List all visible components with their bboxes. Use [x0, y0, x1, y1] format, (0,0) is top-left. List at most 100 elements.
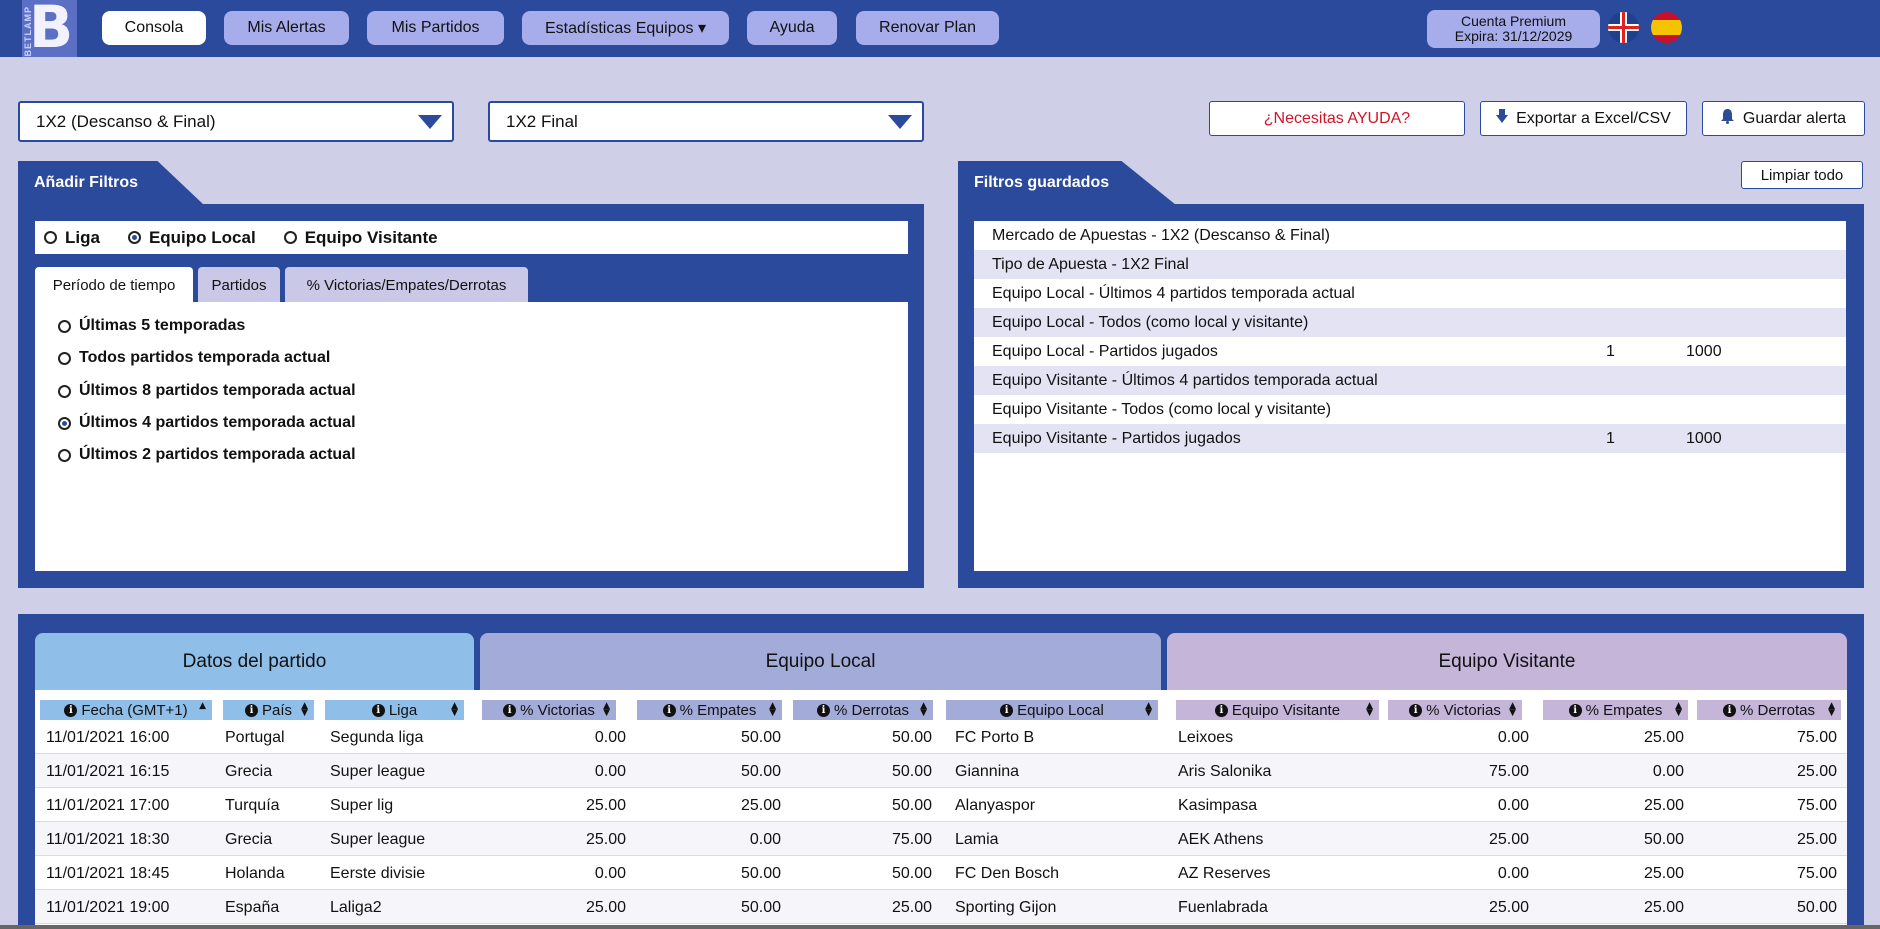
- table-row[interactable]: 11/01/2021 18:30 Grecia Super league 25.00 0…: [35, 822, 1847, 856]
- sort-icon[interactable]: ▲ ▼: [301, 702, 308, 718]
- nav-mis-partidos[interactable]: Mis Partidos: [367, 11, 504, 45]
- column-header[interactable]: i% Victorias ▲ ▼: [482, 700, 616, 720]
- sort-icon[interactable]: ▲ ▼: [1828, 702, 1835, 718]
- table-cell: Fuenlabrada: [1178, 899, 1268, 916]
- clear-all-button[interactable]: Limpiar todo: [1741, 161, 1863, 189]
- chevron-down-icon: [418, 115, 442, 129]
- market-select[interactable]: 1X2 (Descanso & Final): [18, 101, 454, 142]
- table-row[interactable]: 11/01/2021 19:00 España Laliga2 25.00 50.00 2…: [35, 890, 1847, 924]
- table-cell: 11/01/2021 17:00: [46, 797, 170, 814]
- saved-filter-row[interactable]: Equipo Local - Partidos jugados 1 1000: [974, 337, 1846, 366]
- period-option[interactable]: Últimos 2 partidos temporada actual: [58, 446, 356, 464]
- table-cell: AEK Athens: [1178, 831, 1264, 848]
- saved-filter-row[interactable]: Equipo Visitante - Últimos 4 partidos te…: [974, 366, 1846, 395]
- info-icon[interactable]: i: [1000, 703, 1014, 717]
- export-button[interactable]: Exportar a Excel/CSV: [1480, 101, 1687, 136]
- nav-consola[interactable]: Consola: [102, 11, 206, 45]
- info-icon[interactable]: i: [816, 703, 830, 717]
- period-option-selected[interactable]: Últimos 4 partidos temporada actual: [58, 414, 356, 432]
- column-header[interactable]: i% Victorias ▲ ▼: [1388, 700, 1522, 720]
- table-cell: Aris Salonika: [1178, 763, 1272, 780]
- table-row[interactable]: 11/01/2021 16:00 Portugal Segunda liga 0.00…: [35, 720, 1847, 754]
- column-header[interactable]: i Fecha (GMT+1) ▲: [40, 700, 212, 720]
- sort-icon[interactable]: ▲ ▼: [1675, 702, 1682, 718]
- table-cell: Super lig: [330, 797, 394, 814]
- column-header-label: Fecha (GMT+1): [81, 701, 188, 719]
- column-header[interactable]: i País ▲ ▼: [223, 700, 314, 720]
- column-header[interactable]: i Liga ▲ ▼: [325, 700, 464, 720]
- saved-filter-row[interactable]: Equipo Visitante - Todos (como local y v…: [974, 395, 1846, 424]
- table-cell: Sporting Gijon: [955, 899, 1057, 916]
- table-cell: 25.00: [585, 899, 626, 916]
- account-expiry: Expira: 31/12/2029: [1454, 28, 1573, 44]
- nav-mis-alertas[interactable]: Mis Alertas: [224, 11, 349, 45]
- column-header[interactable]: i Equipo Visitante ▲ ▼: [1176, 700, 1379, 720]
- table-cell: 25.00: [1643, 729, 1684, 746]
- table-row[interactable]: 11/01/2021 17:00 Turquía Super lig 25.00 25.…: [35, 788, 1847, 822]
- saved-filter-text: Equipo Visitante - Partidos jugados: [992, 429, 1241, 447]
- info-icon[interactable]: i: [1214, 703, 1228, 717]
- column-header[interactable]: i% Derrotas ▲ ▼: [793, 700, 933, 720]
- info-icon[interactable]: i: [1722, 703, 1736, 717]
- period-option-label: Últimos 4 partidos temporada actual: [79, 414, 356, 431]
- column-header-label: % Empates: [679, 701, 757, 719]
- nav-estadisticas-equipos[interactable]: Estadísticas Equipos ▾: [522, 11, 729, 45]
- scope-equipo-visitante-radio[interactable]: Equipo Visitante: [283, 228, 438, 248]
- scope-liga-radio[interactable]: Liga: [44, 228, 100, 248]
- saved-filter-row[interactable]: Equipo Local - Últimos 4 partidos tempor…: [974, 279, 1846, 308]
- table-cell: Super league: [330, 831, 426, 848]
- sort-icon[interactable]: ▲ ▼: [451, 702, 458, 718]
- sort-icon[interactable]: ▲ ▼: [603, 702, 610, 718]
- info-icon[interactable]: i: [503, 703, 517, 717]
- period-option[interactable]: Todos partidos temporada actual: [58, 349, 330, 367]
- table-cell: 50.00: [740, 729, 781, 746]
- account-badge[interactable]: Cuenta Premium Expira: 31/12/2029: [1427, 10, 1600, 48]
- table-cell: 25.00: [740, 797, 781, 814]
- saved-filter-row[interactable]: Tipo de Apuesta - 1X2 Final: [974, 250, 1846, 279]
- column-header[interactable]: i% Empates ▲ ▼: [1543, 700, 1688, 720]
- period-option[interactable]: Últimos 8 partidos temporada actual: [58, 382, 356, 400]
- add-filters-title: Añadir Filtros: [18, 161, 204, 205]
- sort-icon[interactable]: ▲ ▼: [769, 702, 776, 718]
- spain-flag-icon[interactable]: [1651, 12, 1682, 43]
- sort-icon[interactable]: ▲ ▼: [1145, 702, 1152, 718]
- nav-ayuda[interactable]: Ayuda: [747, 11, 837, 45]
- table-row[interactable]: 11/01/2021 18:45 Holanda Eerste divisie 0.0…: [35, 856, 1847, 890]
- save-alert-button[interactable]: Guardar alerta: [1702, 101, 1865, 136]
- info-icon[interactable]: i: [662, 703, 676, 717]
- table-cell: 25.00: [891, 899, 932, 916]
- table-cell: Leixoes: [1178, 729, 1234, 746]
- table-cell: 11/01/2021 19:00: [46, 899, 170, 916]
- info-icon[interactable]: i: [371, 703, 385, 717]
- info-icon[interactable]: i: [64, 703, 78, 717]
- table-cell: 0.00: [1652, 763, 1684, 780]
- saved-filter-text: Equipo Visitante - Todos (como local y v…: [992, 400, 1332, 418]
- bet-type-select[interactable]: 1X2 Final: [488, 101, 924, 142]
- table-row[interactable]: 11/01/2021 16:15 Grecia Super league 0.00 50…: [35, 754, 1847, 788]
- scrollbar[interactable]: [0, 925, 1880, 929]
- table-cell: Giannina: [955, 763, 1020, 780]
- sort-icon[interactable]: ▲ ▼: [1366, 702, 1373, 718]
- period-option[interactable]: Últimas 5 temporadas: [58, 317, 245, 335]
- info-icon[interactable]: i: [1568, 703, 1582, 717]
- sort-asc-icon[interactable]: ▲: [199, 702, 206, 711]
- column-header[interactable]: i% Empates ▲ ▼: [637, 700, 782, 720]
- saved-filter-row[interactable]: Equipo Visitante - Partidos jugados 1 1000: [974, 424, 1846, 453]
- logo[interactable]: BETLAMP B: [22, 0, 77, 58]
- help-button[interactable]: ¿Necesitas AYUDA?: [1209, 101, 1465, 136]
- tab-periodo-de-tiempo[interactable]: Período de tiempo: [35, 267, 193, 303]
- tab-porcentajes[interactable]: % Victorias/Empates/Derrotas: [285, 267, 528, 303]
- saved-filter-row[interactable]: Equipo Local - Todos (como local y visit…: [974, 308, 1846, 337]
- sort-icon[interactable]: ▲ ▼: [1509, 702, 1516, 718]
- info-icon[interactable]: i: [244, 703, 258, 717]
- saved-filter-row[interactable]: Mercado de Apuestas - 1X2 (Descanso & Fi…: [974, 221, 1846, 250]
- sort-icon[interactable]: ▲ ▼: [920, 702, 927, 718]
- column-header[interactable]: i Equipo Local ▲ ▼: [946, 700, 1158, 720]
- uk-flag-icon[interactable]: [1608, 12, 1639, 43]
- nav-renovar-plan[interactable]: Renovar Plan: [856, 11, 999, 45]
- scope-equipo-local-radio[interactable]: Equipo Local: [127, 228, 256, 248]
- column-header[interactable]: i% Derrotas ▲ ▼: [1697, 700, 1841, 720]
- tab-partidos[interactable]: Partidos: [198, 267, 280, 303]
- info-icon[interactable]: i: [1409, 703, 1423, 717]
- table-cell: Portugal: [225, 729, 285, 746]
